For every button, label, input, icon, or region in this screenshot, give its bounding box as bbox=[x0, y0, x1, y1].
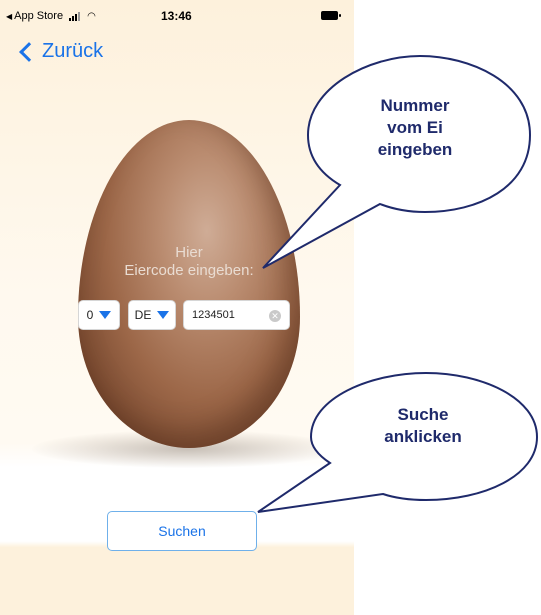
callout-enter-number-line-3: eingeben bbox=[377, 140, 453, 159]
egg-hint-text: Hier Eiercode eingeben: bbox=[78, 244, 300, 280]
back-to-app-store[interactable]: ◀ App Store ◠ bbox=[6, 10, 96, 22]
caret-down-icon bbox=[99, 311, 112, 319]
status-time: 13:46 bbox=[161, 9, 192, 23]
phone-screen: ◀ App Store ◠ 13:46 Zurück Hier Eiercode… bbox=[0, 0, 354, 615]
back-triangle-icon: ◀ bbox=[6, 11, 13, 21]
battery-icon bbox=[321, 11, 341, 20]
country-value: DE bbox=[134, 308, 152, 322]
wifi-icon: ◠ bbox=[87, 10, 96, 22]
chevron-left-icon bbox=[19, 41, 39, 62]
back-button-label: Zurück bbox=[42, 40, 104, 62]
egg-illustration bbox=[78, 120, 300, 448]
egg-hint-line-2: Eiercode eingeben: bbox=[124, 262, 254, 279]
egg-code-value: 1234501 bbox=[192, 309, 235, 321]
egg-code-input[interactable]: 1234501 ✕ bbox=[183, 300, 290, 330]
callout-click-search: Suche anklicken bbox=[358, 404, 488, 448]
status-bar: ◀ App Store ◠ 13:46 bbox=[0, 0, 354, 30]
callout-click-search-line-1: Suche bbox=[397, 405, 449, 424]
production-type-value: 0 bbox=[86, 308, 94, 322]
cellular-signal-icon bbox=[69, 11, 81, 21]
search-button[interactable]: Suchen bbox=[107, 511, 257, 551]
clear-icon[interactable]: ✕ bbox=[269, 310, 281, 322]
screenshot-stage: ◀ App Store ◠ 13:46 Zurück Hier Eiercode… bbox=[0, 0, 541, 615]
back-app-label: App Store bbox=[14, 10, 64, 22]
callout-enter-number-line-2: vom Ei bbox=[387, 118, 443, 137]
back-button[interactable]: Zurück bbox=[18, 40, 103, 63]
callout-enter-number-line-1: Nummer bbox=[380, 96, 450, 115]
production-type-picker[interactable]: 0 bbox=[78, 300, 120, 330]
caret-down-icon bbox=[157, 311, 170, 319]
callout-enter-number: Nummer vom Ei eingeben bbox=[350, 95, 480, 161]
country-picker[interactable]: DE bbox=[128, 300, 176, 330]
callout-click-search-line-2: anklicken bbox=[384, 427, 462, 446]
egg-hint-line-1: Hier bbox=[175, 244, 203, 261]
